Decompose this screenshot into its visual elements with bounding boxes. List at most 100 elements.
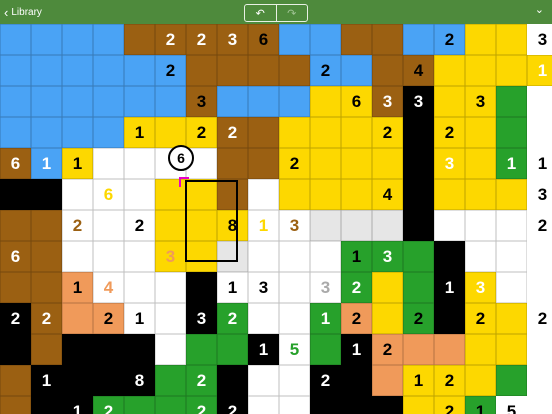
grid-cell[interactable] (496, 241, 527, 272)
grid-cell[interactable] (341, 396, 372, 414)
grid-cell[interactable] (0, 179, 31, 210)
grid-cell[interactable] (279, 396, 310, 414)
grid-cell[interactable] (93, 334, 124, 365)
grid-cell[interactable] (31, 55, 62, 86)
grid-cell[interactable] (434, 86, 465, 117)
grid-cell[interactable] (248, 241, 279, 272)
grid-cell[interactable] (0, 365, 31, 396)
grid-cell[interactable] (279, 303, 310, 334)
grid-cell[interactable] (155, 396, 186, 414)
grid-cell[interactable] (93, 86, 124, 117)
grid-cell[interactable] (62, 24, 93, 55)
grid-cell[interactable] (62, 117, 93, 148)
grid-cell[interactable] (341, 24, 372, 55)
grid-cell[interactable] (155, 117, 186, 148)
grid-cell[interactable] (434, 334, 465, 365)
grid-cell[interactable] (217, 55, 248, 86)
grid-cell[interactable] (310, 148, 341, 179)
grid-cell[interactable] (155, 334, 186, 365)
grid-cell[interactable] (403, 24, 434, 55)
grid-cell[interactable] (279, 86, 310, 117)
grid-cell[interactable] (0, 117, 31, 148)
grid-cell[interactable] (186, 272, 217, 303)
grid-cell[interactable] (31, 117, 62, 148)
grid-cell[interactable] (403, 396, 434, 414)
grid-cell[interactable] (279, 117, 310, 148)
grid-cell[interactable] (310, 334, 341, 365)
grid-cell[interactable] (124, 272, 155, 303)
grid-cell[interactable] (310, 396, 341, 414)
grid-cell[interactable] (496, 117, 527, 148)
grid-cell[interactable] (496, 365, 527, 396)
grid-cell[interactable] (124, 24, 155, 55)
grid-cell[interactable] (155, 272, 186, 303)
grid-cell[interactable] (0, 210, 31, 241)
grid-cell[interactable] (0, 55, 31, 86)
grid-cell[interactable] (93, 210, 124, 241)
grid-cell[interactable] (496, 303, 527, 334)
grid-cell[interactable] (217, 334, 248, 365)
grid-cell[interactable] (248, 303, 279, 334)
grid-cell[interactable] (0, 334, 31, 365)
back-to-library-button[interactable]: ‹ Library (4, 3, 42, 21)
grid-cell[interactable] (62, 86, 93, 117)
grid-cell[interactable] (310, 24, 341, 55)
grid-cell[interactable] (248, 396, 279, 414)
grid-cell[interactable] (31, 179, 62, 210)
grid-cell[interactable] (0, 86, 31, 117)
grid-cell[interactable] (403, 179, 434, 210)
grid-cell[interactable] (465, 334, 496, 365)
grid-cell[interactable] (31, 241, 62, 272)
grid-cell[interactable] (341, 179, 372, 210)
grid-cell[interactable] (31, 86, 62, 117)
grid-cell[interactable] (496, 179, 527, 210)
grid-cell[interactable] (62, 303, 93, 334)
grid-cell[interactable] (403, 272, 434, 303)
grid-cell[interactable] (310, 86, 341, 117)
grid-cell[interactable] (93, 241, 124, 272)
grid-cell[interactable] (496, 334, 527, 365)
grid-cell[interactable] (248, 148, 279, 179)
grid-cell[interactable] (403, 334, 434, 365)
grid-cell[interactable] (434, 179, 465, 210)
grid-cell[interactable] (310, 117, 341, 148)
grid-cell[interactable] (124, 241, 155, 272)
grid-cell[interactable] (93, 117, 124, 148)
grid-cell[interactable] (279, 272, 310, 303)
grid-cell[interactable] (279, 55, 310, 86)
grid-cell[interactable] (186, 55, 217, 86)
grid-cell[interactable] (248, 117, 279, 148)
grid-cell[interactable] (62, 334, 93, 365)
menu-button[interactable]: ⌄ (535, 3, 544, 16)
grid-cell[interactable] (310, 241, 341, 272)
grid-cell[interactable] (372, 365, 403, 396)
grid-cell[interactable] (341, 55, 372, 86)
grid-cell[interactable] (372, 272, 403, 303)
grid-cell[interactable] (93, 148, 124, 179)
grid-cell[interactable] (341, 148, 372, 179)
grid-cell[interactable] (465, 365, 496, 396)
grid-cell[interactable] (124, 334, 155, 365)
grid-cell[interactable] (31, 210, 62, 241)
grid-cell[interactable] (279, 365, 310, 396)
redo-button[interactable]: ↷ (275, 5, 308, 21)
grid-cell[interactable] (248, 55, 279, 86)
grid-cell[interactable] (341, 365, 372, 396)
grid-cell[interactable] (465, 210, 496, 241)
grid-cell[interactable] (403, 148, 434, 179)
grid-cell[interactable] (0, 272, 31, 303)
grid-cell[interactable] (248, 86, 279, 117)
grid-cell[interactable] (403, 241, 434, 272)
grid-cell[interactable] (62, 55, 93, 86)
undo-button[interactable]: ↶ (245, 5, 276, 21)
grid-cell[interactable] (279, 24, 310, 55)
grid-cell[interactable] (465, 241, 496, 272)
grid-cell[interactable] (372, 24, 403, 55)
grid-cell[interactable] (403, 117, 434, 148)
grid-cell[interactable] (93, 24, 124, 55)
grid-cell[interactable] (310, 210, 341, 241)
grid-cell[interactable] (124, 396, 155, 414)
grid-cell[interactable] (496, 24, 527, 55)
grid-cell[interactable] (465, 55, 496, 86)
grid-cell[interactable] (93, 365, 124, 396)
